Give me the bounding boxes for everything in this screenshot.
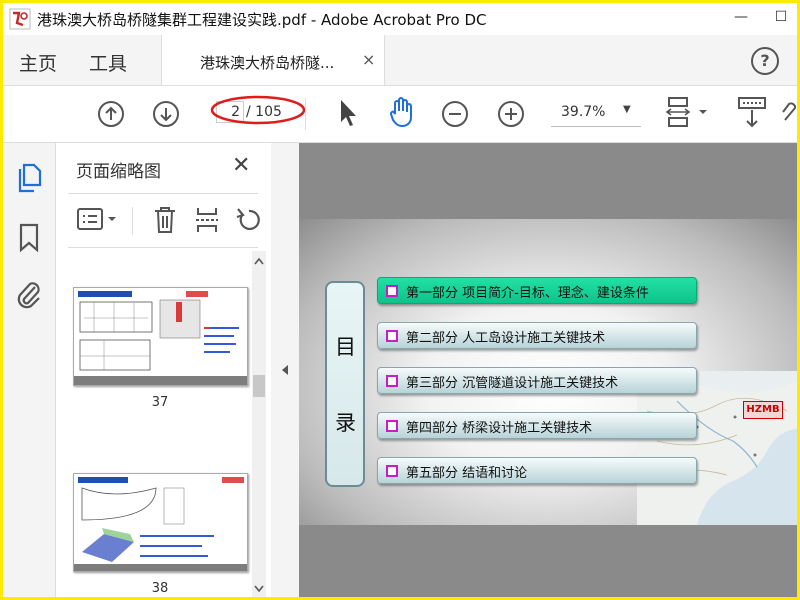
thumbnail-scrollbar[interactable] (252, 251, 266, 597)
toc-bullet-icon (386, 285, 398, 297)
help-button[interactable]: ? (751, 47, 779, 75)
next-page-icon[interactable] (152, 100, 180, 128)
toc-bullet-icon (386, 420, 398, 432)
toc-bullet-icon (386, 375, 398, 387)
toc-bullet-icon (386, 465, 398, 477)
toc-item-label: 第五部分 结语和讨论 (406, 466, 528, 481)
toc-item-label: 第四部分 桥梁设计施工关键技术 (406, 421, 593, 436)
toc-title-char: 目 (335, 335, 356, 359)
toc-item[interactable]: 第三部分 沉管隧道设计施工关键技术 (377, 367, 697, 394)
link-icon[interactable] (781, 100, 797, 128)
toc-item[interactable]: 第一部分 项目简介-目标、理念、建设条件 (377, 277, 697, 304)
tab-home[interactable]: 主页 (19, 49, 57, 76)
thumbnail-panel: 页面缩略图 ✕ 37 38 (56, 143, 272, 597)
app-logo (9, 8, 31, 30)
zoom-out-icon[interactable] (441, 100, 469, 128)
panel-collapse-strip[interactable] (271, 143, 299, 597)
panel-divider (68, 193, 258, 194)
hzmb-map-label: HZMB (743, 401, 783, 419)
acrobat-window: 港珠澳大桥岛桥隧集群工程建设实践.pdf - Adobe Acrobat Pro… (3, 3, 797, 597)
close-tab-button[interactable]: × (362, 50, 375, 69)
toc-item-label: 第一部分 项目简介-目标、理念、建设条件 (406, 286, 649, 301)
pdf-page: 目 录 第一部分 项目简介-目标、理念、建设条件 第二部分 人工岛设计施工关键技术… (299, 219, 797, 525)
toc-item-label: 第二部分 人工岛设计施工关键技术 (406, 331, 606, 346)
page-fit-icon[interactable] (665, 96, 713, 130)
zoom-in-icon[interactable] (497, 100, 525, 128)
panel-divider (68, 247, 258, 248)
toc-item[interactable]: 第二部分 人工岛设计施工关键技术 (377, 322, 697, 349)
previous-page-icon[interactable] (97, 100, 125, 128)
toc-item[interactable]: 第五部分 结语和讨论 (377, 457, 697, 484)
toc-item[interactable]: 第四部分 桥梁设计施工关键技术 (377, 412, 697, 439)
toc-item-label: 第三部分 沉管隧道设计施工关键技术 (406, 376, 619, 391)
toc-title-char: 录 (335, 411, 356, 435)
title-bar: 港珠澳大桥岛桥隧集群工程建设实践.pdf - Adobe Acrobat Pro… (3, 3, 797, 35)
pearl-river-map (637, 371, 797, 525)
bookmark-icon[interactable] (18, 223, 40, 253)
panel-tool-separator (132, 207, 133, 235)
rotate-icon[interactable] (234, 205, 264, 235)
scroll-down-icon[interactable] (254, 585, 264, 593)
thumbnail-drawing (74, 291, 247, 385)
page-thumbnail-38[interactable] (73, 473, 248, 572)
maximize-button[interactable]: ☐ (761, 9, 797, 29)
window-title: 港珠澳大桥岛桥隧集群工程建设实践.pdf - Adobe Acrobat Pro… (37, 11, 487, 29)
scroll-up-icon[interactable] (254, 257, 264, 265)
trash-icon[interactable] (152, 205, 178, 235)
left-rail (3, 143, 56, 597)
close-panel-button[interactable]: ✕ (232, 153, 250, 178)
tab-document[interactable]: 港珠澳大桥岛桥隧... × (161, 35, 385, 85)
panel-title: 页面缩略图 (76, 162, 161, 182)
toc-title-box: 目 录 (325, 281, 365, 487)
options-menu-icon[interactable] (76, 205, 122, 235)
zoom-select[interactable]: 39.7% ▼ (551, 100, 641, 127)
tab-tools[interactable]: 工具 (89, 49, 127, 76)
red-annotation-ellipse (210, 95, 306, 125)
toolbar: / 105 39.7% ▼ (3, 86, 797, 143)
select-cursor-icon[interactable] (337, 98, 359, 128)
thumbnail-drawing (74, 477, 247, 571)
collapse-left-icon[interactable] (280, 363, 290, 377)
tab-row: 主页 工具 港珠澳大桥岛桥隧... × ? (3, 35, 797, 86)
thumbnail-page-number: 37 (151, 395, 169, 410)
page-thumbnails-icon[interactable] (16, 163, 42, 193)
chevron-down-icon: ▼ (623, 104, 631, 115)
document-tab-label: 港珠澳大桥岛桥隧... (200, 54, 335, 72)
document-view[interactable]: 目 录 第一部分 项目简介-目标、理念、建设条件 第二部分 人工岛设计施工关键技术… (299, 143, 797, 597)
export-icon[interactable] (737, 96, 767, 130)
page-thumbnail-37[interactable] (73, 287, 248, 386)
thumbnail-page-number: 38 (151, 581, 169, 596)
attachment-icon[interactable] (15, 279, 43, 309)
insert-page-icon[interactable] (194, 205, 220, 235)
toc-bullet-icon (386, 330, 398, 342)
zoom-value: 39.7% (561, 104, 606, 120)
hand-tool-icon[interactable] (387, 96, 417, 128)
toolbar-separator (305, 98, 306, 130)
scrollbar-thumb[interactable] (253, 375, 265, 397)
minimize-button[interactable]: — (721, 9, 761, 29)
map-drawing (637, 381, 797, 525)
